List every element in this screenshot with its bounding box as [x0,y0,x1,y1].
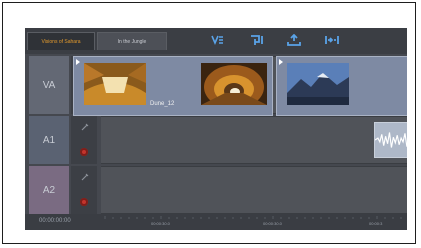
track-controls [71,116,97,164]
record-button[interactable] [80,198,88,206]
track-controls [71,166,97,214]
track-label: A1 [29,116,69,164]
clip-marker-icon [76,59,80,65]
tab-bar: Visions of Sahara In the Jungle [25,28,407,54]
lane-a1[interactable] [101,116,407,164]
split-icon[interactable] [211,34,225,46]
tab-in-the-jungle[interactable]: In the Jungle [97,32,167,50]
clip-thumbnail [201,63,267,105]
record-button[interactable] [80,148,88,156]
track-header-a1[interactable]: A1 [29,116,99,164]
video-clip[interactable]: Dune_12 [73,56,273,116]
timeline-ruler-bar: 00:00:00:00 00:00:30.0 00:00:30.0 00:00:… [25,214,407,230]
time-ruler[interactable]: 00:00:30.0 00:00:30.0 00:00:3 [101,214,407,230]
clip-name: Dune_12 [150,101,175,107]
pen-icon[interactable] [81,173,89,181]
track-label: A2 [29,166,69,214]
video-editor-timeline: Visions of Sahara In the Jungle VA A1 A2… [25,28,407,230]
clip-thumbnail [84,63,146,105]
audio-clip[interactable] [374,122,407,158]
timecode-display: 00:00:00:00 [39,218,71,224]
tab-visions-of-sahara[interactable]: Visions of Sahara [27,32,95,50]
insert-icon[interactable] [250,34,264,46]
clip-thumbnail [287,63,349,105]
video-clip[interactable] [276,56,407,116]
ruler-label: 00:00:3 [369,221,383,226]
lift-icon[interactable] [287,34,301,46]
clip-marker-icon [279,59,283,65]
track-header-a2[interactable]: A2 [29,166,99,214]
lane-a2[interactable] [101,166,407,214]
ruler-label: 00:00:30.0 [263,221,282,226]
pen-icon[interactable] [81,123,89,131]
track-label: VA [29,56,69,114]
audio-waveform [374,132,407,148]
trim-icon[interactable] [325,34,339,46]
ruler-label: 00:00:30.0 [151,221,170,226]
ruler-ticks [104,216,402,219]
